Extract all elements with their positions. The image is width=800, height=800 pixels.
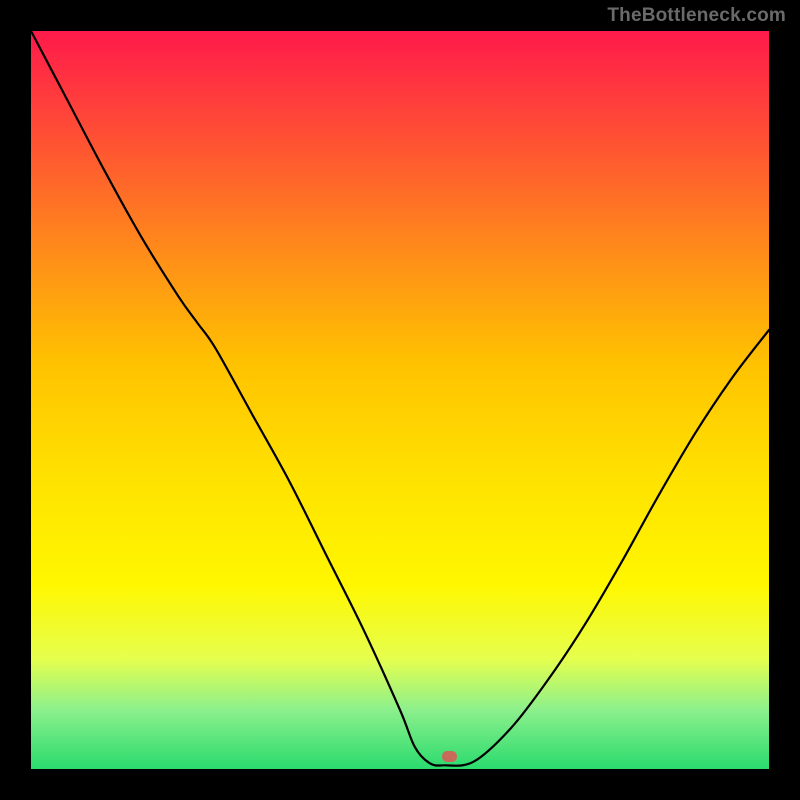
watermark-text: TheBottleneck.com xyxy=(607,6,786,25)
plot-area xyxy=(31,31,769,769)
curve-layer xyxy=(31,31,769,769)
chart-frame: TheBottleneck.com xyxy=(0,0,800,800)
highlight-marker-icon xyxy=(442,751,457,762)
bottleneck-curve xyxy=(31,31,769,766)
